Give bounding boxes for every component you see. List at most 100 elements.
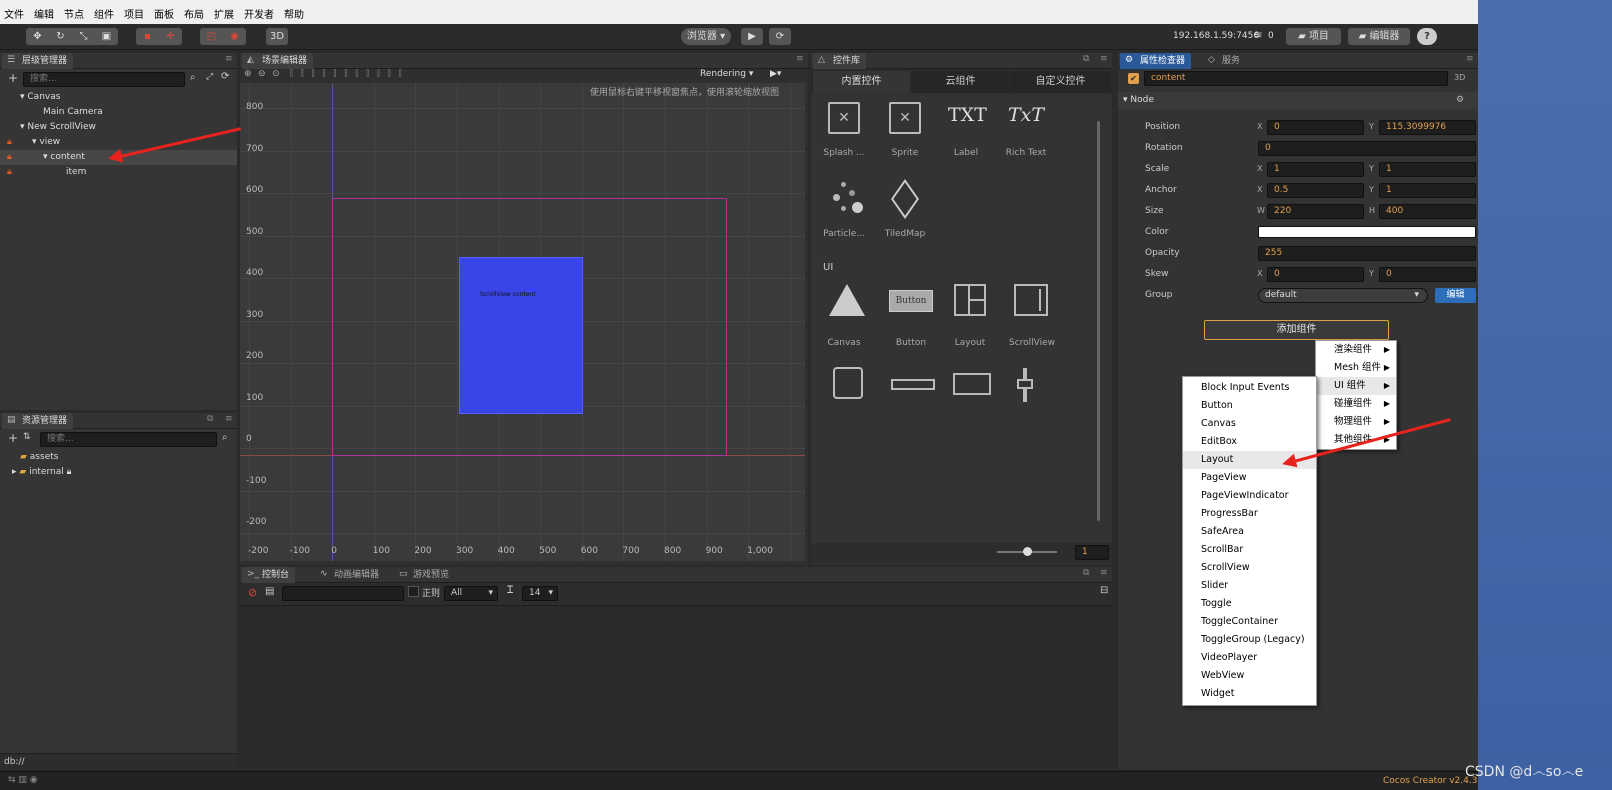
refresh-icon[interactable]: ⟳ xyxy=(221,71,229,82)
label-icon[interactable]: TXT xyxy=(948,104,987,126)
assets-search-input[interactable]: 搜索... xyxy=(40,432,217,447)
lock-icon[interactable]: 🔒︎ xyxy=(7,152,12,162)
tree-node-main-camera[interactable]: Main Camera xyxy=(43,105,103,120)
scrollview-icon[interactable] xyxy=(1014,284,1048,316)
collapse-console-icon[interactable]: ⊟ xyxy=(1100,585,1108,596)
panel-menu-icon[interactable]: ≡ xyxy=(796,54,804,64)
log-level-select[interactable]: All ▾ xyxy=(444,586,498,601)
font-size-select[interactable]: 14 ▾ xyxy=(522,586,558,601)
scale-x-input[interactable]: 1 xyxy=(1267,162,1364,177)
tree-node-view[interactable]: ▾ view xyxy=(32,135,60,150)
lock-icon[interactable]: 🔒︎ xyxy=(7,137,12,147)
tree-node-canvas[interactable]: ▾ Canvas xyxy=(20,90,60,105)
align-tools-icon[interactable]: ⫿⫿⫿⫿⫿⫿⫿⫿⫿⫿⫿ xyxy=(290,69,410,79)
group-select[interactable]: default ▾ xyxy=(1258,288,1428,303)
menu-layout[interactable]: 布局 xyxy=(184,6,204,21)
submenu-item-progressbar[interactable]: ProgressBar xyxy=(1183,505,1316,523)
menu-item-ui[interactable]: UI 组件 ▶ xyxy=(1316,377,1396,395)
sprite-icon[interactable]: ✕ xyxy=(889,102,921,134)
anchor-y-input[interactable]: 1 xyxy=(1379,183,1476,198)
submenu-item-togglegroup-legacy[interactable]: ToggleGroup (Legacy) xyxy=(1183,631,1316,649)
open-project-button[interactable]: ▰ 项目 xyxy=(1286,28,1341,45)
panel-menu-icon[interactable]: ≡ xyxy=(225,414,233,424)
move-tool-icon[interactable]: ✥ xyxy=(26,28,49,45)
menu-extension[interactable]: 扩展 xyxy=(214,6,234,21)
snap-icon[interactable]: ◰ xyxy=(200,28,223,45)
console-filter-input[interactable] xyxy=(282,586,404,601)
opacity-input[interactable]: 255 xyxy=(1258,246,1476,261)
global-icon[interactable]: ◉ xyxy=(223,28,246,45)
add-node-icon[interactable]: + xyxy=(8,71,18,85)
lock-icon[interactable]: 🔒︎ xyxy=(7,167,12,177)
help-button[interactable]: ? xyxy=(1417,28,1437,45)
pivot-icon[interactable]: ▪ xyxy=(136,28,159,45)
menu-panel[interactable]: 面板 xyxy=(154,6,174,21)
rect-tool-icon[interactable]: ▣ xyxy=(95,28,118,45)
play-button[interactable]: ▶ xyxy=(741,28,763,45)
node-section-header[interactable]: ▾ Node ⚙ xyxy=(1118,92,1478,109)
tree-node-item[interactable]: item xyxy=(66,165,86,180)
collapse-icon[interactable]: ⤢ xyxy=(206,72,213,82)
canvas-icon[interactable] xyxy=(829,284,865,316)
position-y-input[interactable]: 115.3099976 xyxy=(1379,120,1476,135)
mode-3d-button[interactable]: 3D xyxy=(266,28,288,45)
zoom-in-icon[interactable]: ⊕ xyxy=(244,69,252,79)
rotation-input[interactable]: 0 xyxy=(1258,141,1476,156)
local-icon[interactable]: ✛ xyxy=(159,28,182,45)
color-swatch[interactable] xyxy=(1258,226,1476,238)
tab-builtin[interactable]: 内置控件 xyxy=(813,71,910,93)
zoom-out-icon[interactable]: ⊖ xyxy=(258,69,266,79)
search-icon[interactable]: ⌕ xyxy=(222,432,228,443)
submenu-item-videoplayer[interactable]: VideoPlayer xyxy=(1183,649,1316,667)
splash-icon[interactable]: ✕ xyxy=(828,102,860,134)
size-h-input[interactable]: 400 xyxy=(1379,204,1476,219)
panel-menu-icon[interactable]: ≡ xyxy=(1100,568,1108,578)
popout-icon[interactable]: ⧉ xyxy=(1083,568,1089,578)
zoom-value-input[interactable]: 1 xyxy=(1075,545,1109,560)
hierarchy-search-input[interactable]: 搜索... xyxy=(23,72,185,87)
slider-icon[interactable] xyxy=(1017,368,1033,402)
progressbar-icon[interactable] xyxy=(891,379,935,390)
open-editor-button[interactable]: ▰ 编辑器 xyxy=(1348,28,1410,45)
panel-menu-icon[interactable]: ≡ xyxy=(1100,54,1108,64)
scene-viewport[interactable]: ScrollView content 使用鼠标右键平移视窗焦点，使用滚轮缩放视图… xyxy=(240,83,805,561)
asset-folder-assets[interactable]: ▰ assets xyxy=(20,450,58,465)
menu-item-render[interactable]: 渲染组件 ▶ xyxy=(1316,341,1396,359)
widgets-scrollbar[interactable] xyxy=(1097,121,1100,521)
gear-icon[interactable]: ⚙ xyxy=(1456,95,1464,105)
button-icon[interactable]: Button xyxy=(889,290,933,312)
skew-x-input[interactable]: 0 xyxy=(1267,267,1364,282)
scale-tool-icon[interactable]: ⤡ xyxy=(72,28,95,45)
skew-y-input[interactable]: 0 xyxy=(1379,267,1476,282)
submenu-item-pageviewindicator[interactable]: PageViewIndicator xyxy=(1183,487,1316,505)
menu-item-collider[interactable]: 碰撞组件 ▶ xyxy=(1316,395,1396,413)
tree-node-content[interactable]: ▾ content xyxy=(43,150,85,165)
menu-node[interactable]: 节点 xyxy=(64,6,84,21)
submenu-item-webview[interactable]: WebView xyxy=(1183,667,1316,685)
sort-icon[interactable]: ⇅ xyxy=(23,432,31,442)
menu-project[interactable]: 项目 xyxy=(124,6,144,21)
submenu-item-canvas[interactable]: Canvas xyxy=(1183,415,1316,433)
zoom-fit-icon[interactable]: ⊙ xyxy=(272,69,280,79)
submenu-item-safearea[interactable]: SafeArea xyxy=(1183,523,1316,541)
panel-menu-icon[interactable]: ≡ xyxy=(225,54,233,64)
tree-node-new-scrollview[interactable]: ▾ New ScrollView xyxy=(20,120,96,135)
add-component-button[interactable]: 添加组件 xyxy=(1204,320,1389,340)
submenu-item-widget[interactable]: Widget xyxy=(1183,685,1316,703)
scrollview-content-node[interactable]: ScrollView content xyxy=(459,257,583,414)
group-edit-button[interactable]: 编辑 xyxy=(1435,288,1476,303)
menu-item-mesh[interactable]: Mesh 组件 ▶ xyxy=(1316,359,1396,377)
richtext-icon[interactable]: TxT xyxy=(1008,104,1044,126)
node-name-input[interactable]: content xyxy=(1144,71,1448,86)
submenu-item-slider[interactable]: Slider xyxy=(1183,577,1316,595)
submenu-item-scrollbar[interactable]: ScrollBar xyxy=(1183,541,1316,559)
rotate-tool-icon[interactable]: ↻ xyxy=(49,28,72,45)
zoom-slider-handle[interactable] xyxy=(1023,547,1032,556)
regex-checkbox[interactable] xyxy=(408,586,419,597)
position-x-input[interactable]: 0 xyxy=(1267,120,1364,135)
render-mode-dropdown[interactable]: Rendering ▾ xyxy=(700,69,753,79)
asset-folder-internal[interactable]: ▸ ▰ internal 🔒︎ xyxy=(12,465,71,480)
size-w-input[interactable]: 220 xyxy=(1267,204,1364,219)
menu-help[interactable]: 帮助 xyxy=(284,6,304,21)
tab-cloud[interactable]: 云组件 xyxy=(912,71,1009,93)
